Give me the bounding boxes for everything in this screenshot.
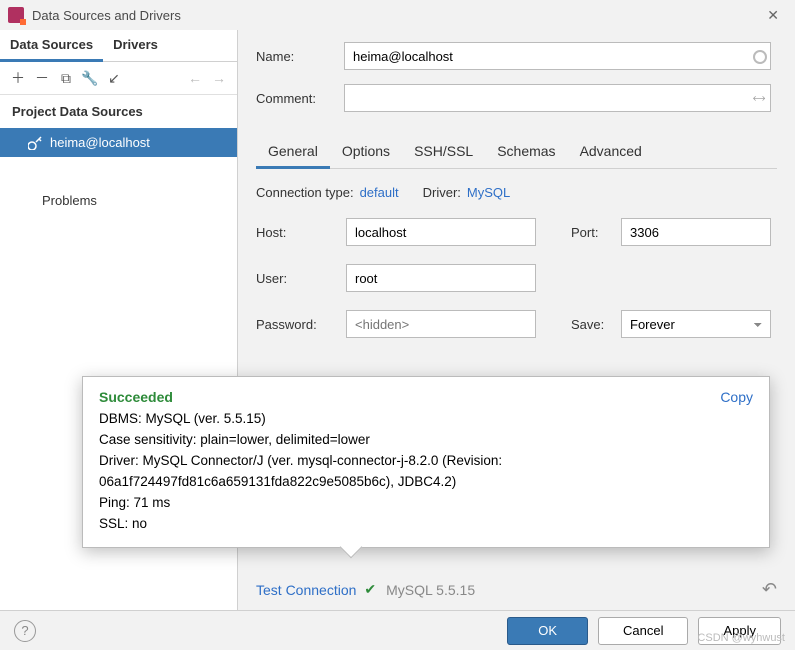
datasource-item-label: heima@localhost: [50, 135, 150, 150]
sidebar-toolbar: ＋ － ⧉ 🔧 ↙ ← →: [0, 62, 237, 95]
name-row: Name:: [256, 42, 777, 70]
popup-line-ping: Ping: 71 ms: [99, 493, 753, 514]
connection-type-row: Connection type: default Driver: MySQL: [256, 185, 777, 200]
revert-icon[interactable]: ↶: [762, 579, 777, 600]
popup-title: Succeeded: [99, 389, 753, 405]
help-icon[interactable]: ?: [14, 620, 36, 642]
comment-input[interactable]: ⤢: [344, 84, 771, 112]
popup-line-dbms: DBMS: MySQL (ver. 5.5.15): [99, 409, 753, 430]
make-global-icon[interactable]: ↙: [102, 66, 126, 90]
user-label: User:: [256, 271, 346, 286]
color-indicator[interactable]: [753, 50, 767, 64]
user-row: User:: [256, 264, 777, 292]
close-icon[interactable]: ✕: [759, 5, 787, 26]
copy-link[interactable]: Copy: [720, 389, 753, 405]
comment-label: Comment:: [256, 91, 344, 106]
db-version: MySQL 5.5.15: [386, 582, 475, 598]
driver-value[interactable]: MySQL: [467, 185, 510, 200]
password-label: Password:: [256, 317, 346, 332]
test-result-popup: Succeeded Copy DBMS: MySQL (ver. 5.5.15)…: [82, 376, 770, 548]
ok-button[interactable]: OK: [507, 617, 588, 645]
check-icon: ✔: [364, 581, 376, 598]
window-title: Data Sources and Drivers: [32, 8, 759, 23]
back-icon[interactable]: ←: [183, 66, 207, 90]
name-label: Name:: [256, 49, 344, 64]
port-input[interactable]: [621, 218, 771, 246]
datasource-key-icon: [28, 136, 42, 150]
save-label: Save:: [571, 317, 621, 332]
test-connection-row: Test Connection ✔ MySQL 5.5.15 ↶: [256, 579, 777, 600]
add-icon[interactable]: ＋: [6, 66, 30, 90]
driver-label: Driver:: [423, 185, 461, 200]
tab-drivers[interactable]: Drivers: [103, 30, 168, 61]
tab-options[interactable]: Options: [330, 136, 402, 168]
tab-general[interactable]: General: [256, 136, 330, 169]
title-bar: Data Sources and Drivers ✕: [0, 0, 795, 30]
tab-data-sources[interactable]: Data Sources: [0, 30, 103, 62]
sidebar-tabs: Data Sources Drivers: [0, 30, 237, 62]
name-input[interactable]: [344, 42, 771, 70]
host-row: Host: Port:: [256, 218, 777, 246]
host-label: Host:: [256, 225, 346, 240]
password-row: Password: Save: Forever: [256, 310, 777, 338]
watermark: CSDN @wyhwust: [697, 632, 785, 644]
dialog-footer: ? OK Cancel Apply: [0, 610, 795, 650]
sidebar-item-problems[interactable]: Problems: [0, 183, 237, 218]
project-data-sources-header: Project Data Sources: [0, 95, 237, 128]
popup-line-driver: Driver: MySQL Connector/J (ver. mysql-co…: [99, 451, 753, 493]
wrench-icon[interactable]: 🔧: [78, 66, 102, 90]
cancel-button[interactable]: Cancel: [598, 617, 688, 645]
test-connection-link[interactable]: Test Connection: [256, 582, 356, 598]
config-tabs: General Options SSH/SSL Schemas Advanced: [256, 136, 777, 169]
forward-icon[interactable]: →: [207, 66, 231, 90]
expand-icon[interactable]: ⤢: [750, 89, 767, 106]
host-input[interactable]: [346, 218, 536, 246]
app-icon: [8, 7, 24, 23]
tab-advanced[interactable]: Advanced: [568, 136, 654, 168]
popup-line-case: Case sensitivity: plain=lower, delimited…: [99, 430, 753, 451]
connection-type-label: Connection type:: [256, 185, 354, 200]
datasource-item-heima[interactable]: heima@localhost: [0, 128, 237, 157]
duplicate-icon[interactable]: ⧉: [54, 66, 78, 90]
popup-line-ssl: SSL: no: [99, 514, 753, 535]
save-select[interactable]: Forever: [621, 310, 771, 338]
password-input[interactable]: [346, 310, 536, 338]
comment-row: Comment: ⤢: [256, 84, 777, 112]
remove-icon[interactable]: －: [30, 66, 54, 90]
tab-schemas[interactable]: Schemas: [485, 136, 567, 168]
user-input[interactable]: [346, 264, 536, 292]
tab-ssh-ssl[interactable]: SSH/SSL: [402, 136, 485, 168]
connection-type-value[interactable]: default: [360, 185, 399, 200]
port-label: Port:: [571, 225, 621, 240]
